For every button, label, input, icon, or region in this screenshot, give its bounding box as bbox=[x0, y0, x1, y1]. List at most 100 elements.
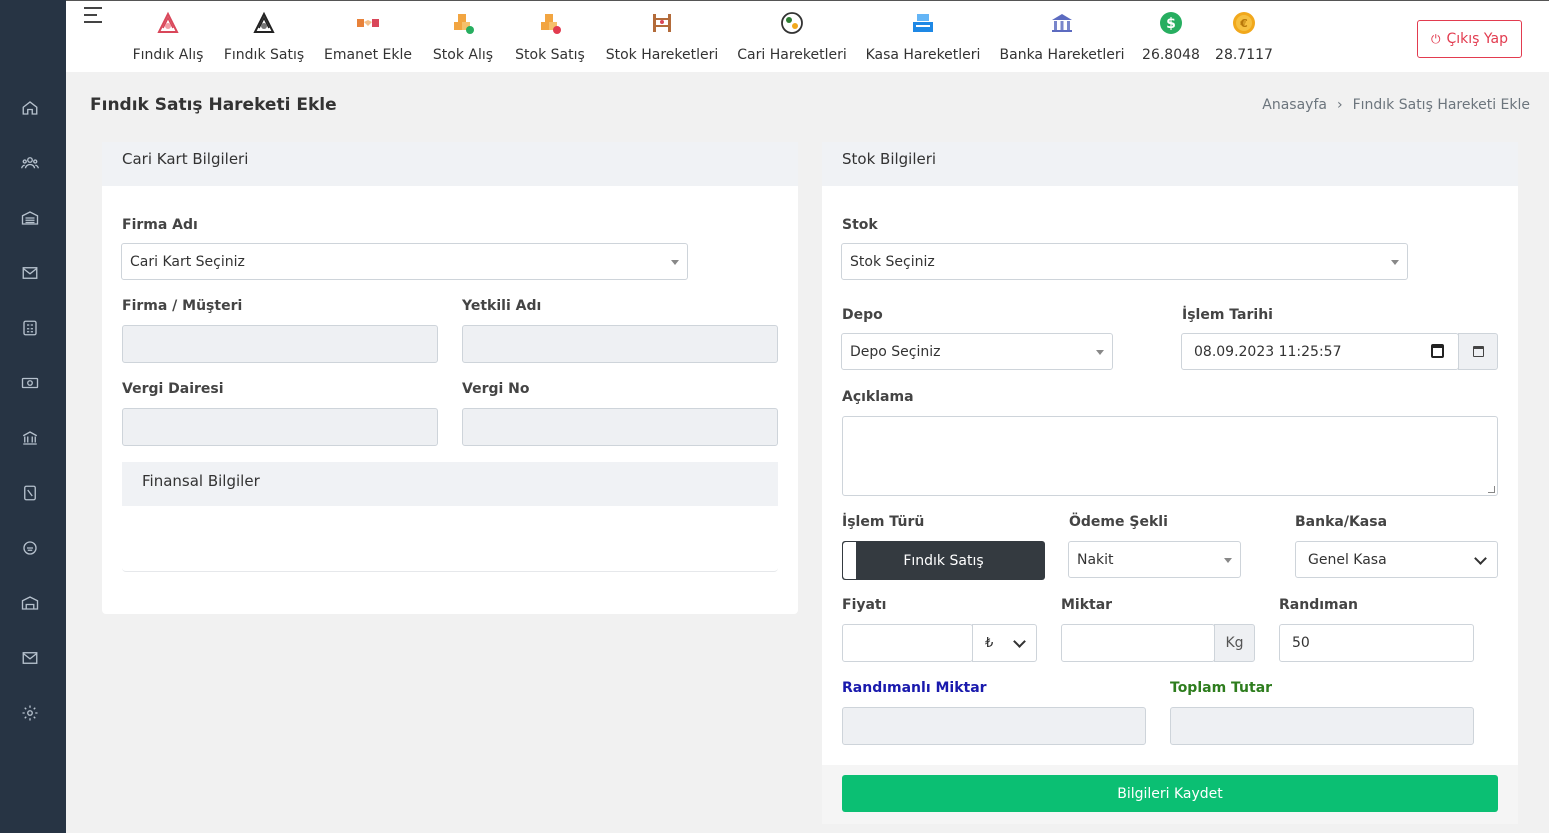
settings-icon[interactable] bbox=[19, 702, 41, 724]
money-exchange-icon bbox=[778, 9, 806, 37]
aciklama-textarea[interactable] bbox=[842, 416, 1498, 496]
nav-label: Fındık Alış bbox=[132, 47, 204, 63]
resize-handle-icon[interactable] bbox=[1488, 486, 1495, 493]
nav-label: Stok Hareketleri bbox=[605, 47, 719, 63]
nav-findik-satis[interactable]: Fındık Satış bbox=[224, 9, 304, 63]
toggle-knob bbox=[843, 542, 856, 579]
page-title: Fındık Satış Hareketi Ekle bbox=[90, 95, 337, 115]
topbar: Fındık Alış Fındık Satış Emanet Ekle Sto… bbox=[66, 0, 1549, 72]
tarih-value: 08.09.2023 11:25:57 bbox=[1194, 343, 1342, 360]
currency-select[interactable]: ₺ bbox=[972, 624, 1037, 662]
euro-coin-icon: € bbox=[1230, 9, 1258, 37]
euro-rate-value: 28.7117 bbox=[1215, 47, 1273, 63]
tarih-input[interactable]: 08.09.2023 11:25:57 bbox=[1181, 333, 1459, 370]
breadcrumb-current: Fındık Satış Hareketi Ekle bbox=[1352, 97, 1530, 113]
banka-label: Banka/Kasa bbox=[1295, 514, 1388, 530]
stok-select[interactable]: Stok Seçiniz bbox=[841, 243, 1408, 280]
nav-stok-hareketleri[interactable]: Stok Hareketleri bbox=[606, 9, 718, 63]
caret-down-icon bbox=[671, 260, 679, 265]
hazelnut-buy-icon bbox=[154, 9, 182, 37]
depo-select[interactable]: Depo Seçiniz bbox=[841, 333, 1113, 370]
randiman-input[interactable]: 50 bbox=[1279, 624, 1474, 662]
firma-select-value: Cari Kart Seçiniz bbox=[130, 253, 245, 270]
nav-emanet-ekle[interactable]: Emanet Ekle bbox=[324, 9, 412, 63]
home-icon[interactable] bbox=[19, 97, 41, 119]
nav-stok-satis[interactable]: Stok Satış bbox=[514, 9, 586, 63]
nav-cari-hareketleri[interactable]: Cari Hareketleri bbox=[737, 9, 847, 63]
randimanli-label: Randımanlı Miktar bbox=[842, 680, 987, 696]
currency-value: ₺ bbox=[985, 635, 994, 651]
calendar-icon bbox=[1472, 346, 1484, 357]
store-icon[interactable] bbox=[19, 592, 41, 614]
caret-down-icon bbox=[1391, 260, 1399, 265]
firma-select[interactable]: Cari Kart Seçiniz bbox=[121, 243, 688, 280]
tarih-label: İşlem Tarihi bbox=[1182, 307, 1273, 323]
bank-icon[interactable] bbox=[19, 427, 41, 449]
logout-label: Çıkış Yap bbox=[1446, 31, 1509, 47]
nav-label: Stok Alış bbox=[432, 47, 494, 63]
chevron-down-icon bbox=[1013, 635, 1026, 648]
odeme-label: Ödeme Şekli bbox=[1069, 514, 1168, 530]
miktar-unit: Kg bbox=[1214, 624, 1255, 662]
nav-findik-alis[interactable]: Fındık Alış bbox=[133, 9, 203, 63]
toplam-label: Toplam Tutar bbox=[1170, 680, 1273, 696]
banka-select[interactable]: Genel Kasa bbox=[1295, 541, 1498, 578]
support-icon[interactable] bbox=[19, 537, 41, 559]
cash-register-icon bbox=[909, 9, 937, 37]
handshake-icon bbox=[354, 9, 382, 37]
dollar-coin-icon: $ bbox=[1157, 9, 1185, 37]
nav-banka-hareketleri[interactable]: Banka Hareketleri bbox=[999, 9, 1125, 63]
dollar-rate-value: 26.8048 bbox=[1142, 47, 1200, 63]
breadcrumb-home[interactable]: Anasayfa bbox=[1262, 97, 1327, 113]
users-icon[interactable] bbox=[19, 152, 41, 174]
nav-label: Banka Hareketleri bbox=[999, 47, 1125, 63]
calendar-addon[interactable] bbox=[1458, 333, 1498, 370]
calculator-icon[interactable] bbox=[19, 317, 41, 339]
vergi-no-label: Vergi No bbox=[462, 381, 530, 397]
svg-text:$: $ bbox=[1166, 16, 1176, 32]
fiyat-label: Fiyatı bbox=[842, 597, 887, 613]
menu-toggle-icon[interactable] bbox=[84, 7, 104, 23]
randimanli-field[interactable] bbox=[842, 707, 1146, 745]
save-button[interactable]: Bilgileri Kaydet bbox=[842, 775, 1498, 812]
musteri-field[interactable] bbox=[122, 325, 438, 363]
calendar-picker-icon[interactable] bbox=[1431, 344, 1444, 358]
nav-label: Emanet Ekle bbox=[324, 47, 412, 63]
banka-select-value: Genel Kasa bbox=[1308, 551, 1387, 568]
yetkili-label: Yetkili Adı bbox=[462, 298, 542, 314]
toplam-field[interactable] bbox=[1170, 707, 1474, 745]
nav-dollar-rate[interactable]: $ 26.8048 bbox=[1142, 9, 1200, 63]
islem-turu-label: İşlem Türü bbox=[842, 514, 925, 530]
firma-label: Firma Adı bbox=[122, 217, 198, 233]
vergi-no-field[interactable] bbox=[462, 408, 778, 446]
fiyat-input[interactable] bbox=[842, 624, 973, 662]
money-icon[interactable] bbox=[19, 372, 41, 394]
vergi-dairesi-field[interactable] bbox=[122, 408, 438, 446]
islem-turu-toggle[interactable]: Fındık Satış bbox=[842, 541, 1045, 580]
odeme-select-value: Nakit bbox=[1077, 551, 1114, 568]
breadcrumb-separator: › bbox=[1336, 97, 1343, 113]
nav-stok-alis[interactable]: Stok Alış bbox=[432, 9, 494, 63]
card-title: Stok Bilgileri bbox=[822, 142, 1518, 186]
card-footer: Bilgileri Kaydet bbox=[822, 765, 1518, 824]
stok-card: Stok Bilgileri Stok Stok Seçiniz Depo De… bbox=[822, 142, 1518, 824]
svg-text:€: € bbox=[1239, 17, 1248, 30]
stok-select-value: Stok Seçiniz bbox=[850, 253, 935, 270]
odeme-select[interactable]: Nakit bbox=[1068, 541, 1241, 578]
logout-button[interactable]: ⏻ Çıkış Yap bbox=[1417, 20, 1522, 58]
notebook-icon[interactable] bbox=[19, 482, 41, 504]
depo-select-value: Depo Seçiniz bbox=[850, 343, 941, 360]
nav-euro-rate[interactable]: € 28.7117 bbox=[1215, 9, 1273, 63]
finansal-title: Finansal Bilgiler bbox=[122, 462, 778, 506]
warehouse-icon[interactable] bbox=[19, 207, 41, 229]
yetkili-field[interactable] bbox=[462, 325, 778, 363]
nav-kasa-hareketleri[interactable]: Kasa Hareketleri bbox=[866, 9, 980, 63]
aciklama-label: Açıklama bbox=[842, 389, 914, 405]
mail-icon[interactable] bbox=[19, 262, 41, 284]
musteri-label: Firma / Müşteri bbox=[122, 298, 243, 314]
chevron-down-icon bbox=[1474, 552, 1487, 565]
breadcrumb: Anasayfa › Fındık Satış Hareketi Ekle bbox=[1262, 97, 1530, 113]
caret-down-icon bbox=[1224, 558, 1232, 563]
inbox-icon[interactable] bbox=[19, 647, 41, 669]
miktar-input[interactable] bbox=[1061, 624, 1215, 662]
